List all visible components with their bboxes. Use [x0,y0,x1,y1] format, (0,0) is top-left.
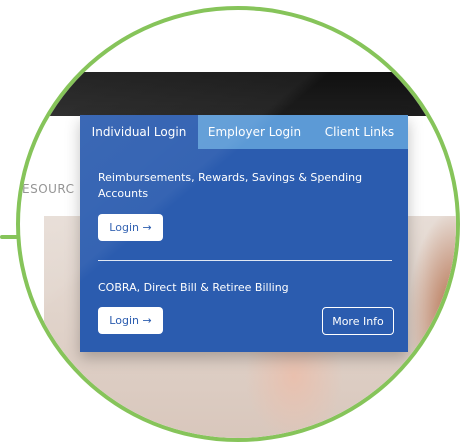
more-info-button[interactable]: More Info [322,307,394,335]
login-tabs: Individual Login Employer Login Client L… [80,115,408,149]
accounts-login-button[interactable]: Login → [98,214,163,241]
nav-item-resources[interactable]: ESOURC [22,182,75,196]
tab-employer-login[interactable]: Employer Login [198,115,311,149]
tab-individual-login[interactable]: Individual Login [80,115,198,149]
tab-client-links[interactable]: Client Links [311,115,408,149]
cobra-section-title: COBRA, Direct Bill & Retiree Billing [98,281,289,294]
top-nav-bar [20,72,456,116]
login-panel: Individual Login Employer Login Client L… [80,115,408,352]
accounts-section-title: Reimbursements, Rewards, Savings & Spend… [98,171,363,200]
website-view: ESOURC Individual Login Employer Login C… [20,10,456,438]
section-divider [98,260,392,261]
cobra-login-button[interactable]: Login → [98,307,163,334]
magnifier-lens: ESOURC Individual Login Employer Login C… [16,6,460,442]
